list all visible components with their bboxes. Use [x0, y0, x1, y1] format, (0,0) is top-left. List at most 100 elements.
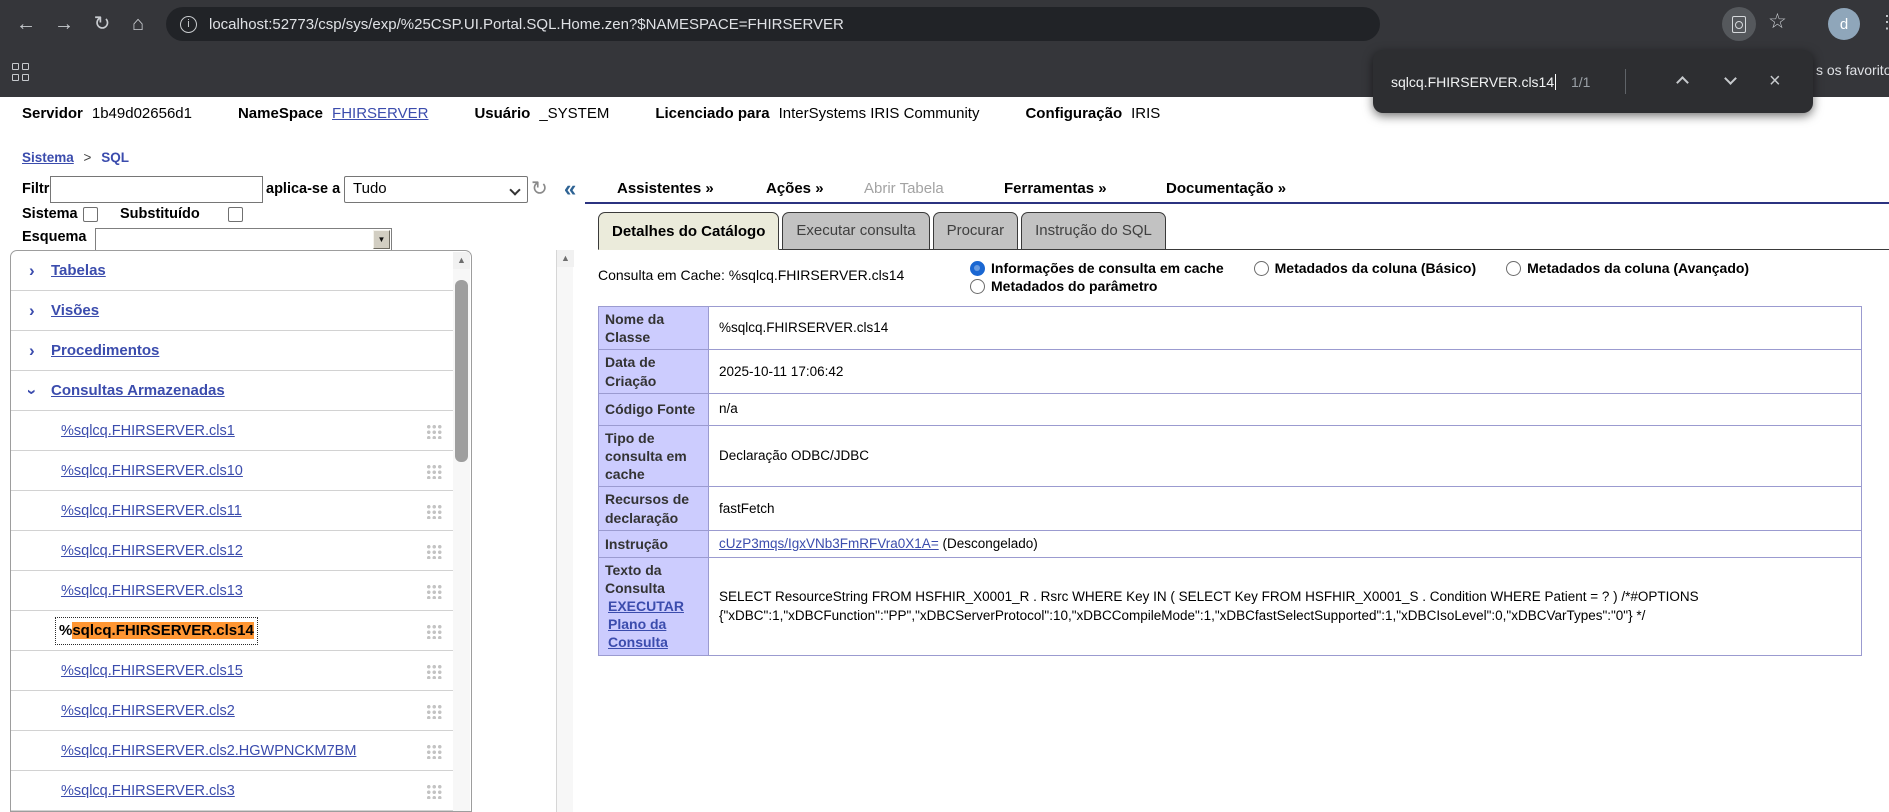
find-in-page-toolbar-icon[interactable]: [1722, 7, 1756, 41]
radio-icon[interactable]: [1506, 261, 1521, 276]
created-value: 2025-10-11 17:06:42: [709, 350, 1862, 393]
schema-tree: › Tabelas › Visões › Procedimentos › Con…: [10, 250, 472, 812]
tree-item: %sqlcq.FHIRSERVER.cls2: [11, 691, 456, 731]
tree-item-link[interactable]: %sqlcq.FHIRSERVER.cls2.HGWPNCKM7BM: [61, 731, 356, 771]
system-checkbox-label: Sistema: [22, 206, 78, 222]
address-bar[interactable]: i localhost:52773/csp/sys/exp/%25CSP.UI.…: [166, 7, 1380, 41]
user-value: _SYSTEM: [539, 105, 609, 122]
drag-handle-icon[interactable]: [426, 424, 442, 439]
row-label: Instrução: [599, 530, 709, 557]
url-text[interactable]: localhost:52773/csp/sys/exp/%25CSP.UI.Po…: [209, 16, 844, 33]
query-plan-link[interactable]: Plano da Consulta: [608, 615, 702, 651]
find-next-icon[interactable]: [1724, 72, 1737, 85]
profile-avatar[interactable]: d: [1828, 8, 1860, 40]
drag-handle-icon[interactable]: [426, 704, 442, 719]
overridden-checkbox[interactable]: [228, 207, 243, 222]
tab-browse[interactable]: Procurar: [933, 212, 1019, 249]
drag-handle-icon[interactable]: [426, 544, 442, 559]
radio-label: Metadados da coluna (Avançado): [1527, 260, 1749, 276]
find-query-text: sqlcq.FHIRSERVER.cls14: [1391, 74, 1554, 90]
namespace-link[interactable]: FHIRSERVER: [332, 105, 428, 122]
menu-assistants[interactable]: Assistentes »: [617, 180, 714, 197]
radio-selected-icon[interactable]: [970, 261, 985, 276]
tab-execute-query[interactable]: Executar consulta: [782, 212, 929, 249]
tab-sql-statement[interactable]: Instrução do SQL: [1021, 212, 1166, 249]
chevron-right-icon[interactable]: ›: [29, 251, 35, 291]
scrollbar-thumb[interactable]: [455, 280, 468, 462]
tree-group-label[interactable]: Tabelas: [51, 251, 106, 291]
drag-handle-icon[interactable]: [426, 784, 442, 799]
back-icon[interactable]: ←: [12, 10, 40, 38]
refresh-icon[interactable]: ↻: [531, 176, 548, 201]
drag-handle-icon[interactable]: [426, 744, 442, 759]
applies-to-select[interactable]: Tudo: [344, 176, 528, 203]
menu-actions[interactable]: Ações »: [766, 180, 824, 197]
tree-item-link[interactable]: %sqlcq.FHIRSERVER.cls10: [61, 451, 243, 491]
radio-icon[interactable]: [1254, 261, 1269, 276]
tree-item-link[interactable]: %sqlcq.FHIRSERVER.cls15: [61, 651, 243, 691]
tree-group-tables: › Tabelas: [11, 251, 456, 291]
breadcrumb-system-link[interactable]: Sistema: [22, 150, 74, 165]
radio-cached-query-info[interactable]: Informações de consulta em cache: [970, 260, 1224, 276]
home-icon[interactable]: ⌂: [124, 10, 152, 38]
filter-input[interactable]: [50, 176, 263, 203]
tree-item-link[interactable]: %sqlcq.FHIRSERVER.cls11: [61, 491, 242, 531]
statement-hash-link[interactable]: cUzP3mqs/IgxVNb3FmRFVra0X1A=: [719, 536, 939, 551]
browser-menu-icon[interactable]: ⋮: [1878, 12, 1889, 33]
menu-tools[interactable]: Ferramentas »: [1004, 180, 1107, 197]
tree-item-link[interactable]: %sqlcq.FHIRSERVER.cls1: [61, 411, 235, 451]
scroll-up-icon[interactable]: ▲: [557, 250, 574, 267]
pane-scrollbar[interactable]: ▲: [556, 250, 573, 812]
tree-item-link[interactable]: %sqlcq.FHIRSERVER.cls13: [61, 571, 243, 611]
system-checkbox[interactable]: [83, 207, 98, 222]
tree-group-label[interactable]: Visões: [51, 291, 99, 331]
radio-column-metadata-basic[interactable]: Metadados da coluna (Básico): [1254, 260, 1476, 276]
tree-group-label[interactable]: Consultas Armazenadas: [51, 371, 225, 411]
table-row: Código Fonte n/a: [599, 393, 1862, 425]
radio-parameter-metadata[interactable]: Metadados do parâmetro: [970, 278, 1157, 294]
reload-icon[interactable]: ↻: [88, 10, 116, 38]
schema-combo[interactable]: ▼: [95, 228, 392, 251]
tree-scrollbar[interactable]: ▲: [453, 252, 470, 812]
tree-item-link[interactable]: %sqlcq.FHIRSERVER.cls2: [61, 691, 235, 731]
find-close-icon[interactable]: ×: [1769, 50, 1781, 113]
chevron-right-icon[interactable]: ›: [29, 331, 35, 371]
chevron-right-icon[interactable]: ›: [29, 291, 35, 331]
find-in-page-icon: [1732, 16, 1746, 33]
tree-item-link[interactable]: %sqlcq.FHIRSERVER.cls12: [61, 531, 243, 571]
chevron-down-icon[interactable]: ›: [12, 389, 52, 395]
tree-group-procedures: › Procedimentos: [11, 331, 456, 371]
find-match-count: 1/1: [1571, 50, 1590, 113]
tree-group-label[interactable]: Procedimentos: [51, 331, 159, 371]
tab-catalog-details[interactable]: Detalhes do Catálogo: [598, 212, 779, 250]
dropdown-arrow-icon[interactable]: ▼: [373, 230, 390, 249]
apps-grid-icon[interactable]: [12, 63, 30, 81]
namespace-label: NameSpace: [238, 105, 323, 122]
server-value: 1b49d02656d1: [92, 105, 192, 122]
tree-item: %sqlcq.FHIRSERVER.cls11: [11, 491, 456, 531]
drag-handle-icon[interactable]: [426, 664, 442, 679]
tree-item-link[interactable]: %sqlcq.FHIRSERVER.cls3: [61, 771, 235, 811]
find-previous-icon[interactable]: [1676, 76, 1689, 89]
bookmarks-overflow-label[interactable]: s os favoritos: [1816, 62, 1889, 78]
features-value: fastFetch: [709, 487, 1862, 530]
drag-handle-icon[interactable]: [426, 624, 442, 639]
find-input[interactable]: sqlcq.FHIRSERVER.cls14: [1391, 50, 1556, 113]
drag-handle-icon[interactable]: [426, 464, 442, 479]
bookmark-star-icon[interactable]: ☆: [1768, 9, 1787, 34]
radio-icon[interactable]: [970, 279, 985, 294]
find-in-page-popup: sqlcq.FHIRSERVER.cls14 1/1 ×: [1373, 50, 1813, 113]
row-label: Código Fonte: [599, 393, 709, 425]
tree-item: %sqlcq.FHIRSERVER.cls12: [11, 531, 456, 571]
menu-documentation[interactable]: Documentação »: [1166, 180, 1286, 197]
schema-label: Esquema: [22, 229, 86, 245]
execute-link[interactable]: EXECUTAR: [608, 597, 702, 615]
tree-item-selected[interactable]: %sqlcq.FHIRSERVER.cls14: [56, 618, 257, 644]
radio-column-metadata-advanced[interactable]: Metadados da coluna (Avançado): [1506, 260, 1749, 276]
drag-handle-icon[interactable]: [426, 584, 442, 599]
site-info-icon[interactable]: i: [180, 16, 197, 33]
scroll-up-icon[interactable]: ▲: [453, 252, 470, 269]
collapse-pane-icon[interactable]: «: [564, 176, 576, 202]
drag-handle-icon[interactable]: [426, 504, 442, 519]
forward-icon[interactable]: →: [50, 10, 78, 38]
